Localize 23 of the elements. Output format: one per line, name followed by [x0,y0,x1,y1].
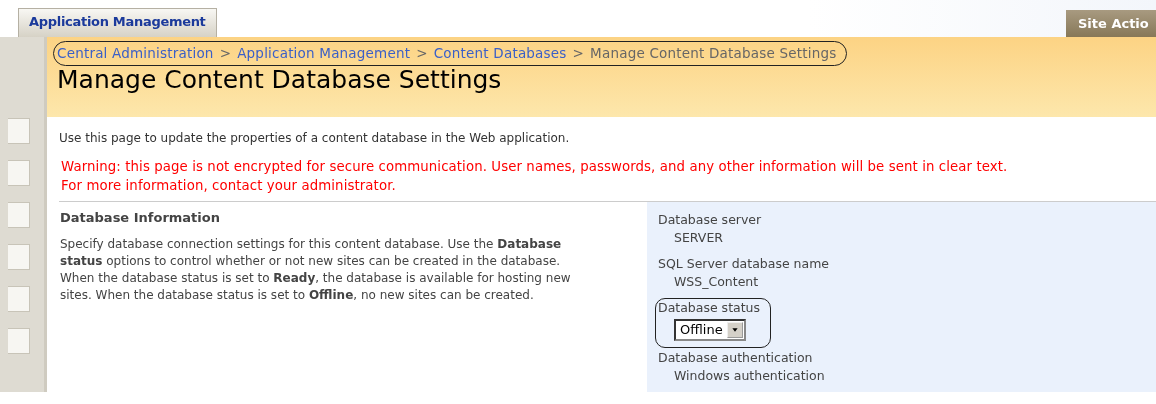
field-label: Database authentication [658,349,814,367]
intro-text: Use this page to update the properties of a content database in the Web application. [59,130,571,147]
field-value: SERVER [674,229,724,247]
breadcrumb-separator: > [416,45,428,61]
page-title: Manage Content Database Settings [57,66,503,94]
warning-text: Warning: this page is not encrypted for secure communication. User names, passwords, and any other information will be sent in clear text. [61,158,1009,176]
nav-tab[interactable]: Application Management [18,8,217,37]
site-actions-menu[interactable]: Site Actio [1066,10,1156,37]
status-dropdown[interactable]: Offline [674,319,746,341]
breadcrumb-link[interactable]: Central Administration [57,45,214,61]
breadcrumb-link[interactable]: Content Databases [433,45,567,61]
field-value: WSS_Content [674,273,760,291]
section-title: Database Information [60,210,221,226]
section-description: Specify database connection settings for this content database. Use the Database status options to control whether or not new sites can be created in the database. When the database status is set to Ready, the database is available for hosting new sites. When the database status is set to Offline, no new sites can be created. [60,235,572,304]
field-label: SQL Server database name [658,255,830,273]
breadcrumb-link[interactable]: Application Management [237,45,411,61]
field-label: Database server [658,211,762,229]
warning-text: For more information, contact your administrator. [61,177,397,195]
breadcrumb-separator: > [219,45,232,61]
breadcrumb-separator: > [572,45,585,61]
field-label: Database status [658,299,761,317]
field-value: Windows authentication [674,367,825,385]
breadcrumb-current: Manage Content Database Settings [590,45,837,61]
